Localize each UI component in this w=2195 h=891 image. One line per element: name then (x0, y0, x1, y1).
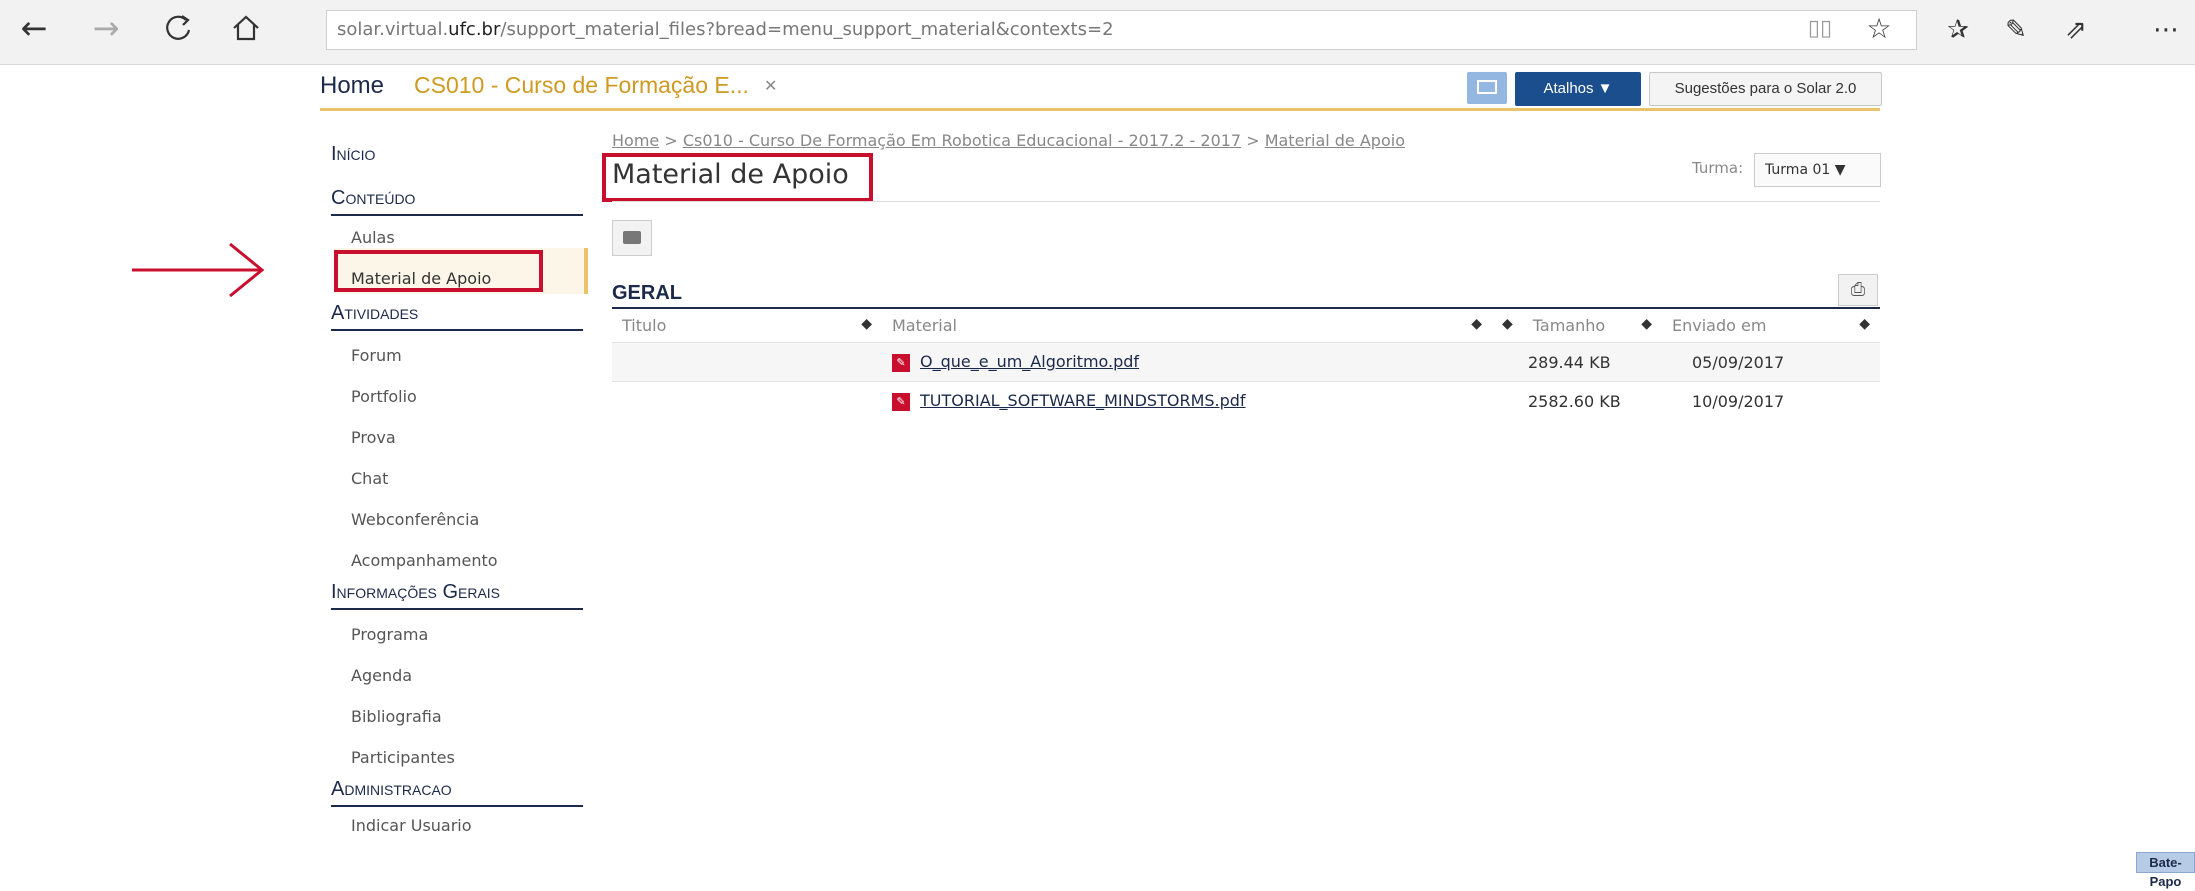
sidebar-item-prova[interactable]: Prova (331, 417, 583, 458)
sort-icon[interactable]: ◆ (1471, 316, 1482, 332)
sidebar-item-acompanhamento[interactable]: Acompanhamento (331, 540, 583, 581)
bate-papo-button[interactable]: Bate-Papo (2136, 852, 2195, 889)
cell-tamanho: 289.44 KB (1492, 342, 1662, 382)
sidebar-item-webconferencia[interactable]: Webconferência (331, 499, 583, 540)
breadcrumb-separator: > (659, 131, 683, 150)
url-prefix: solar.virtual. (337, 19, 449, 40)
sidebar-inicio[interactable]: Início (331, 143, 375, 166)
sidebar-section-administracao: Administracao (331, 778, 583, 807)
print-icon[interactable]: ⎙ (1838, 274, 1878, 306)
breadcrumb-home[interactable]: Home (612, 131, 659, 150)
tab-course[interactable]: CS010 - Curso de Formação E... (414, 72, 749, 99)
back-icon[interactable]: ← (14, 8, 54, 48)
cell-tamanho: 2582.60 KB (1492, 381, 1662, 420)
column-titulo[interactable]: Titulo ◆ (612, 307, 882, 343)
home-icon[interactable] (226, 8, 266, 48)
table-row: ✎ TUTORIAL_SOFTWARE_MINDSTORMS.pdf 2582.6… (612, 381, 1880, 420)
sidebar-item-portfolio[interactable]: Portfolio (331, 376, 583, 417)
table-header-row: Titulo ◆ Material ◆ ◆ Tamanho ◆ Enviado em ◆ (612, 307, 1880, 343)
sidebar-item-agenda[interactable]: Agenda (331, 655, 583, 696)
screen-icon[interactable] (1467, 72, 1507, 104)
sidebar-item-chat[interactable]: Chat (331, 458, 583, 499)
cell-titulo (612, 342, 882, 382)
material-table: Titulo ◆ Material ◆ ◆ Tamanho ◆ Enviado em ◆ … (612, 307, 1880, 420)
address-bar[interactable]: solar.virtual.ufc.br/support_material_fi… (326, 10, 1917, 50)
column-material[interactable]: Material ◆ (882, 307, 1492, 343)
sort-icon[interactable]: ◆ (1859, 316, 1870, 332)
file-link[interactable]: O_que_e_um_Algoritmo.pdf (920, 352, 1139, 371)
sidebar-section-atividades: Atividades (331, 302, 583, 331)
sidebar-item-bibliografia[interactable]: Bibliografia (331, 696, 583, 737)
sort-icon[interactable]: ◆ (1641, 316, 1652, 332)
reading-view-icon[interactable]: ▯▯ (1803, 12, 1837, 46)
more-icon[interactable]: ⋯ (2146, 10, 2186, 50)
cell-enviado: 05/09/2017 (1662, 342, 1880, 382)
tab-home[interactable]: Home (320, 72, 384, 100)
annotation-highlight-title (602, 153, 873, 202)
sidebar-item-indicar-usuario[interactable]: Indicar Usuario (331, 811, 583, 841)
annotation-highlight-sidebar (334, 250, 543, 292)
sort-icon[interactable]: ◆ (861, 316, 872, 332)
close-icon[interactable]: ✕ (764, 76, 777, 95)
refresh-icon[interactable] (158, 8, 198, 48)
sidebar-item-participantes[interactable]: Participantes (331, 737, 583, 778)
url-domain: ufc.br (448, 19, 501, 40)
turma-select[interactable]: Turma 01 ▼ (1754, 153, 1881, 187)
sidebar-section-informacoes-gerais: Informações Gerais (331, 581, 583, 610)
title-divider (612, 201, 1880, 202)
sort-icon[interactable]: ◆ (1502, 316, 1513, 332)
table-row: ✎ O_que_e_um_Algoritmo.pdf 289.44 KB 05/0… (612, 342, 1880, 382)
favorites-list-icon[interactable]: ✰ (1938, 10, 1978, 50)
pdf-icon: ✎ (892, 353, 910, 372)
file-link[interactable]: TUTORIAL_SOFTWARE_MINDSTORMS.pdf (920, 391, 1246, 410)
pdf-icon: ✎ (892, 392, 910, 411)
breadcrumb-course[interactable]: Cs010 - Curso De Formação Em Robotica Ed… (683, 131, 1241, 150)
browser-toolbar: ← → solar.virtual.ufc.br/support_materia… (0, 0, 2195, 65)
url-path: /support_material_files?bread=menu_suppo… (500, 19, 1114, 40)
breadcrumb: Home > Cs010 - Curso De Formação Em Robo… (612, 131, 1405, 150)
share-icon[interactable]: ⇗ (2056, 10, 2096, 50)
turma-label: Turma: (1692, 159, 1744, 177)
section-geral: GERAL (612, 282, 682, 304)
sugestoes-button[interactable]: Sugestões para o Solar 2.0 (1649, 72, 1882, 106)
forward-icon[interactable]: → (86, 8, 126, 48)
column-tamanho[interactable]: ◆ Tamanho ◆ (1492, 307, 1662, 343)
breadcrumb-separator: > (1241, 131, 1265, 150)
cell-material: ✎ TUTORIAL_SOFTWARE_MINDSTORMS.pdf (882, 381, 1492, 420)
cell-enviado: 10/09/2017 (1662, 381, 1880, 420)
favorite-star-icon[interactable]: ☆ (1862, 12, 1896, 46)
sidebar-item-programa[interactable]: Programa (331, 614, 583, 655)
atalhos-button[interactable]: Atalhos ▼ (1515, 72, 1641, 106)
column-enviado[interactable]: Enviado em ◆ (1662, 307, 1880, 343)
cell-material: ✎ O_que_e_um_Algoritmo.pdf (882, 342, 1492, 382)
pen-icon[interactable]: ✎ (1996, 10, 2036, 50)
cell-titulo (612, 381, 882, 420)
sidebar-item-forum[interactable]: Forum (331, 335, 583, 376)
briefcase-icon[interactable] (612, 220, 652, 256)
sidebar-section-conteudo: Conteúdo (331, 187, 583, 216)
breadcrumb-current[interactable]: Material de Apoio (1265, 131, 1405, 150)
annotation-arrow-icon (132, 242, 265, 298)
